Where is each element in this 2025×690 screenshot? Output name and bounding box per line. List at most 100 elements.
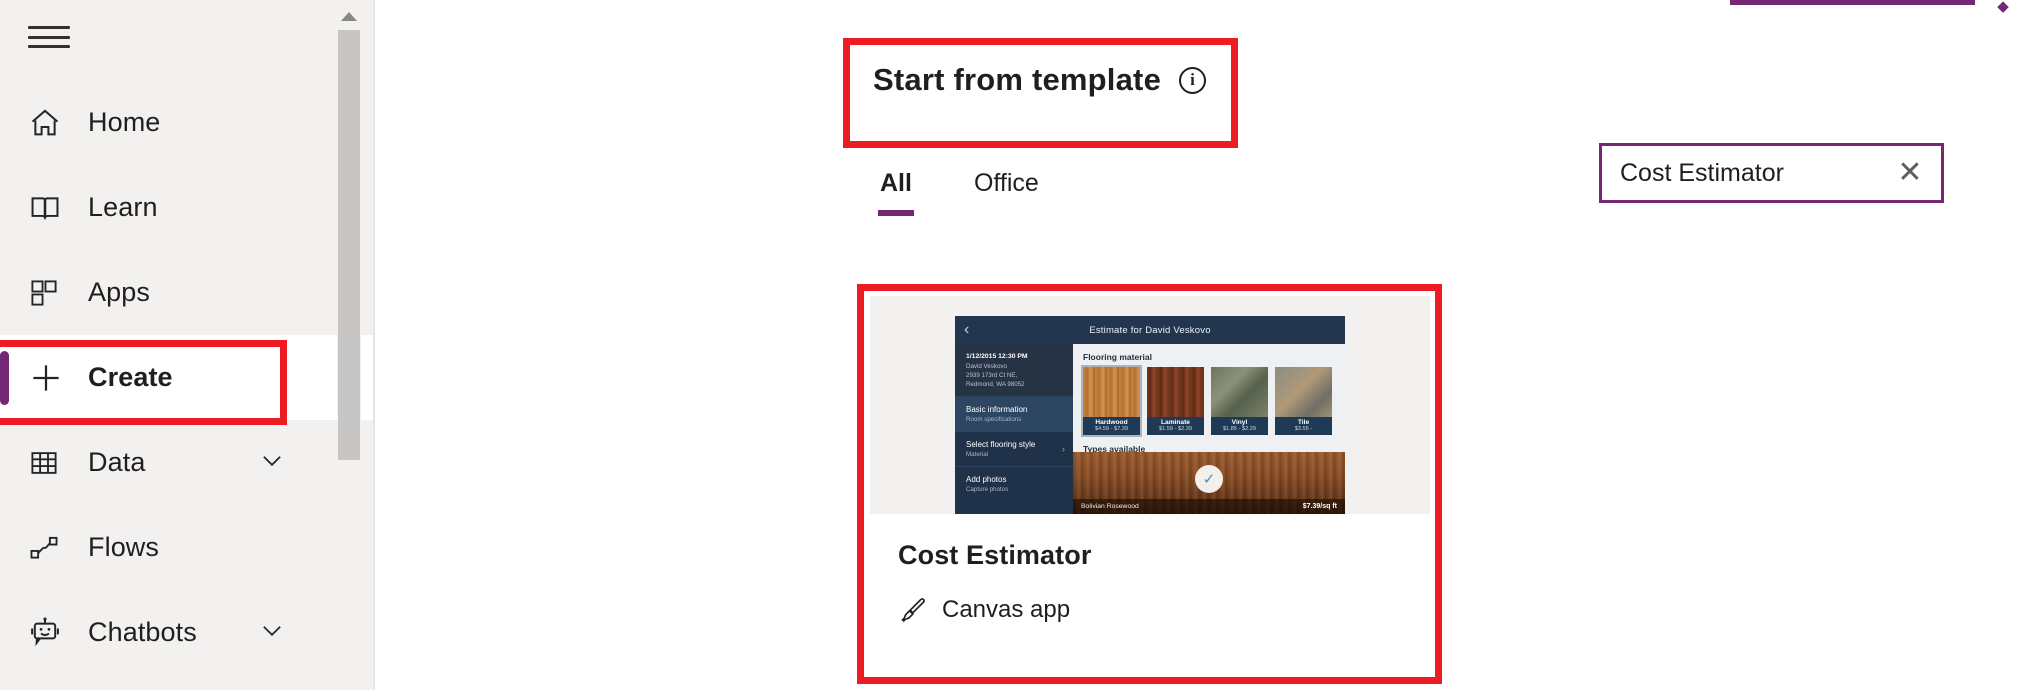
- hamburger-line: [28, 35, 70, 39]
- template-card-title: Cost Estimator: [898, 540, 1092, 570]
- swatch-name: Hardwood: [1095, 419, 1128, 426]
- chevron-down-icon[interactable]: [257, 615, 287, 650]
- sidebar-item-label: Apps: [88, 277, 150, 307]
- selection-indicator: [0, 350, 9, 405]
- material-swatch: Hardwood $4.59 - $7.39: [1081, 365, 1142, 437]
- close-icon[interactable]: ✕: [1893, 156, 1927, 190]
- page-title: Start from template: [873, 62, 1162, 97]
- sidebar-item-apps[interactable]: Apps: [0, 250, 375, 335]
- tab-office[interactable]: Office: [964, 165, 1049, 216]
- left-sidebar: Home Learn Apps Create Data Flows Chatbo…: [0, 0, 375, 690]
- checkmark-icon: ✓: [1195, 465, 1223, 494]
- swatch-caption: Vinyl $1.85 - $2.29: [1211, 417, 1268, 435]
- preview-photo: ✓ Bolivian Rosewood $7.39/sq ft: [1073, 452, 1345, 514]
- sidebar-item-create[interactable]: Create: [0, 335, 375, 420]
- top-right-glyph: ◆: [1997, 0, 2009, 15]
- tab-all[interactable]: All: [870, 165, 922, 216]
- preview-meta: 1/12/2015 12:30 PM David Veskovo 2939 17…: [955, 344, 1073, 396]
- preview-header: ‹ Estimate for David Veskovo: [955, 316, 1345, 344]
- sidebar-item-label: Learn: [88, 192, 158, 222]
- apps-grid-icon: [28, 273, 72, 313]
- sidebar-scrollbar[interactable]: [337, 0, 361, 690]
- swatch-price: $4.59 - $7.39: [1095, 426, 1128, 432]
- hamburger-menu-button[interactable]: [28, 22, 70, 52]
- preview-nav-subtitle: Capture photos: [966, 486, 1009, 493]
- swatch-caption: Tile $3.55 -: [1275, 417, 1332, 435]
- swatch-price: $3.55 -: [1294, 426, 1313, 432]
- preview-section-title: Flooring material: [1083, 352, 1152, 362]
- robot-icon: [28, 613, 72, 653]
- app-root: ◆ Home Learn Apps Create Data Flows Chat…: [0, 0, 2025, 690]
- preview-address-1: 2939 173rd Ct NE,: [966, 371, 1018, 379]
- preview-nav-item: Select flooring style Material ›: [955, 431, 1073, 466]
- material-swatch: Vinyl $1.85 - $2.29: [1211, 367, 1268, 435]
- preview-nav-subtitle: Material: [966, 451, 989, 458]
- plus-icon: [28, 358, 72, 398]
- top-purple-strip: [1730, 0, 1975, 5]
- home-icon: [28, 103, 72, 143]
- sidebar-item-label: Create: [88, 362, 173, 392]
- scrollbar-thumb[interactable]: [338, 30, 360, 460]
- swatch-name: Tile: [1297, 419, 1310, 426]
- photo-caption-name: Bolivian Rosewood: [1081, 503, 1139, 510]
- sidebar-item-label: Home: [88, 107, 161, 137]
- swatch-image-laminate: [1147, 367, 1204, 417]
- swatch-price: $1.59 - $2.39: [1159, 426, 1192, 432]
- template-card-body: Cost Estimator Canvas app: [870, 514, 1430, 625]
- tab-label: All: [880, 169, 912, 197]
- search-input[interactable]: Cost Estimator: [1620, 159, 1893, 188]
- preview-nav-title: Select flooring style: [966, 440, 1036, 449]
- photo-caption-price: $7.39/sq ft: [1302, 503, 1337, 510]
- preview-nav-title: Add photos: [966, 475, 1007, 484]
- preview-customer: David Veskovo: [966, 363, 1007, 370]
- preview-nav-title: Basic information: [966, 405, 1028, 414]
- table-icon: [28, 443, 72, 483]
- template-card-meta: Canvas app: [898, 595, 1430, 625]
- book-icon: [28, 188, 72, 228]
- sidebar-item-data[interactable]: Data: [0, 420, 375, 505]
- main-content: Start from template i All Office Cost Es…: [375, 0, 2025, 690]
- template-filter-tabs: All Office: [870, 165, 1049, 216]
- paintbrush-icon: [898, 595, 928, 625]
- search-box[interactable]: Cost Estimator ✕: [1599, 143, 1944, 203]
- sidebar-item-learn[interactable]: Learn: [0, 165, 375, 250]
- template-thumbnail: ‹ Estimate for David Veskovo 1/12/2015 1…: [870, 296, 1430, 514]
- preview-address-2: Redmond, WA 98052: [966, 380, 1025, 388]
- sidebar-item-flows[interactable]: Flows: [0, 505, 375, 590]
- swatch-image-vinyl: [1211, 367, 1268, 417]
- preview-nav-subtitle: Room specifications: [966, 416, 1022, 423]
- sidebar-item-home[interactable]: Home: [0, 80, 375, 165]
- sidebar-item-label: Data: [88, 447, 146, 477]
- tab-label: Office: [973, 169, 1039, 197]
- page-title-row: Start from template i: [873, 62, 1207, 98]
- material-swatch: Tile $3.55 -: [1275, 367, 1332, 435]
- app-preview: ‹ Estimate for David Veskovo 1/12/2015 1…: [955, 316, 1345, 514]
- sidebar-item-label: Flows: [88, 532, 160, 562]
- preview-header-title: Estimate for David Veskovo: [1089, 324, 1211, 336]
- hamburger-line: [28, 45, 70, 48]
- chevron-right-icon: ›: [1062, 444, 1065, 454]
- template-card-cost-estimator[interactable]: ‹ Estimate for David Veskovo 1/12/2015 1…: [870, 296, 1430, 671]
- swatch-name: Vinyl: [1231, 419, 1248, 426]
- scroll-up-arrow-icon[interactable]: [339, 6, 359, 26]
- sidebar-item-label: Chatbots: [88, 617, 197, 647]
- preview-right-panel: Flooring material Hardwood $4.59 - $7.39: [1073, 344, 1345, 514]
- material-swatch-list: Hardwood $4.59 - $7.39 Laminate $1.59 - …: [1073, 365, 1345, 437]
- swatch-caption: Laminate $1.59 - $2.39: [1147, 417, 1204, 435]
- sidebar-item-chatbots[interactable]: Chatbots: [0, 590, 375, 675]
- preview-nav-item: Basic information Room specifications: [955, 396, 1073, 431]
- preview-datetime: 1/12/2015 12:30 PM: [966, 353, 1028, 360]
- material-swatch: Laminate $1.59 - $2.39: [1147, 367, 1204, 435]
- photo-caption: Bolivian Rosewood $7.39/sq ft: [1073, 499, 1345, 514]
- preview-body: 1/12/2015 12:30 PM David Veskovo 2939 17…: [955, 344, 1345, 514]
- chevron-down-icon[interactable]: [257, 445, 287, 480]
- swatch-image-hardwood: [1083, 367, 1140, 417]
- preview-left-panel: 1/12/2015 12:30 PM David Veskovo 2939 17…: [955, 344, 1073, 514]
- preview-nav-item: Add photos Capture photos: [955, 466, 1073, 501]
- swatch-image-tile: [1275, 367, 1332, 417]
- hamburger-line: [28, 26, 70, 29]
- info-icon[interactable]: i: [1179, 66, 1207, 94]
- swatch-name: Laminate: [1161, 419, 1190, 426]
- template-card-type-label: Canvas app: [942, 596, 1071, 623]
- swatch-caption: Hardwood $4.59 - $7.39: [1083, 417, 1140, 435]
